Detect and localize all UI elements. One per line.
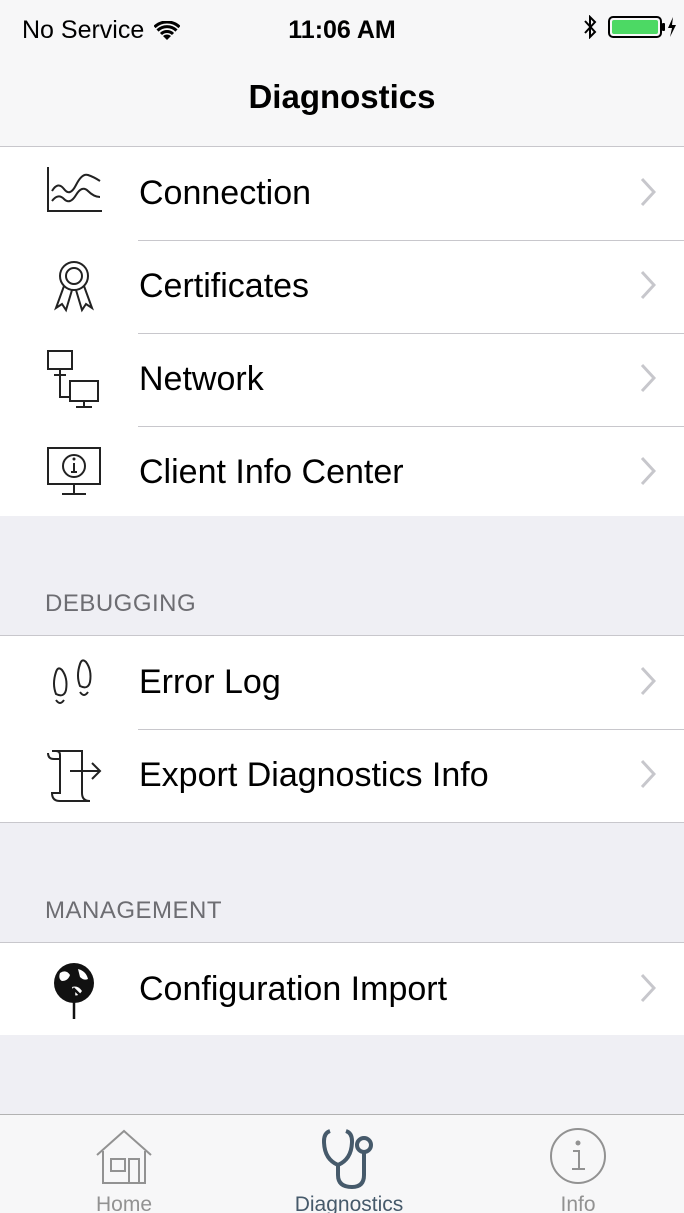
globe-upload-icon xyxy=(54,963,94,1019)
chevron-right-icon xyxy=(640,759,656,789)
certificates-row[interactable]: Certificates xyxy=(0,240,684,333)
certificate-ribbon-icon xyxy=(54,261,94,313)
debugging-list: Error Log Export Diagnostics Info xyxy=(0,635,684,823)
footprints-icon xyxy=(53,659,92,704)
row-label: Export Diagnostics Info xyxy=(139,756,489,794)
chevron-right-icon xyxy=(640,973,656,1003)
management-section-header: MANAGEMENT xyxy=(45,897,223,924)
home-icon xyxy=(96,1129,152,1184)
client-info-center-row[interactable]: Client Info Center xyxy=(0,426,684,519)
info-circle-icon xyxy=(550,1128,606,1184)
chevron-right-icon xyxy=(640,177,656,207)
management-section-header-area: MANAGEMENT xyxy=(0,823,684,943)
connection-graph-icon xyxy=(47,167,102,212)
bluetooth-icon xyxy=(584,15,597,39)
connection-row[interactable]: Connection xyxy=(0,147,684,240)
tab-home[interactable]: Home xyxy=(10,1115,238,1213)
tab-label: Home xyxy=(95,1193,153,1213)
row-label: Certificates xyxy=(139,267,310,305)
row-label: Network xyxy=(139,360,264,398)
bottom-filler xyxy=(0,1035,684,1115)
navigation-bar: Diagnostics xyxy=(0,60,684,147)
status-bar: No Service 11:06 AM xyxy=(0,0,684,60)
row-label: Configuration Import xyxy=(139,970,448,1008)
page-title: Diagnostics xyxy=(248,78,436,115)
monitor-info-icon xyxy=(47,447,101,495)
tab-bar: Home Diagnostics Info xyxy=(0,1114,684,1213)
tab-label: Diagnostics xyxy=(294,1193,404,1213)
debugging-section-header-area: DEBUGGING xyxy=(0,516,684,636)
chevron-right-icon xyxy=(640,666,656,696)
network-computers-icon xyxy=(47,350,99,408)
battery-icon xyxy=(608,16,676,38)
management-list: Configuration Import xyxy=(0,942,684,1037)
scroll-export-icon xyxy=(47,750,102,802)
chevron-right-icon xyxy=(640,363,656,393)
row-label: Connection xyxy=(139,174,312,212)
error-log-row[interactable]: Error Log xyxy=(0,636,684,729)
network-row[interactable]: Network xyxy=(0,333,684,426)
tab-diagnostics[interactable]: Diagnostics xyxy=(235,1115,463,1213)
tab-info[interactable]: Info xyxy=(464,1115,684,1213)
export-diagnostics-info-row[interactable]: Export Diagnostics Info xyxy=(0,729,684,822)
row-label: Client Info Center xyxy=(139,453,404,491)
chevron-right-icon xyxy=(640,456,656,486)
tab-label: Info xyxy=(560,1193,596,1213)
configuration-import-row[interactable]: Configuration Import xyxy=(0,943,684,1036)
row-label: Error Log xyxy=(139,663,281,701)
debugging-section-header: DEBUGGING xyxy=(45,590,197,617)
stethoscope-icon xyxy=(321,1129,373,1190)
diagnostics-list: Connection Certificates Network Client I… xyxy=(0,147,684,520)
chevron-right-icon xyxy=(640,270,656,300)
